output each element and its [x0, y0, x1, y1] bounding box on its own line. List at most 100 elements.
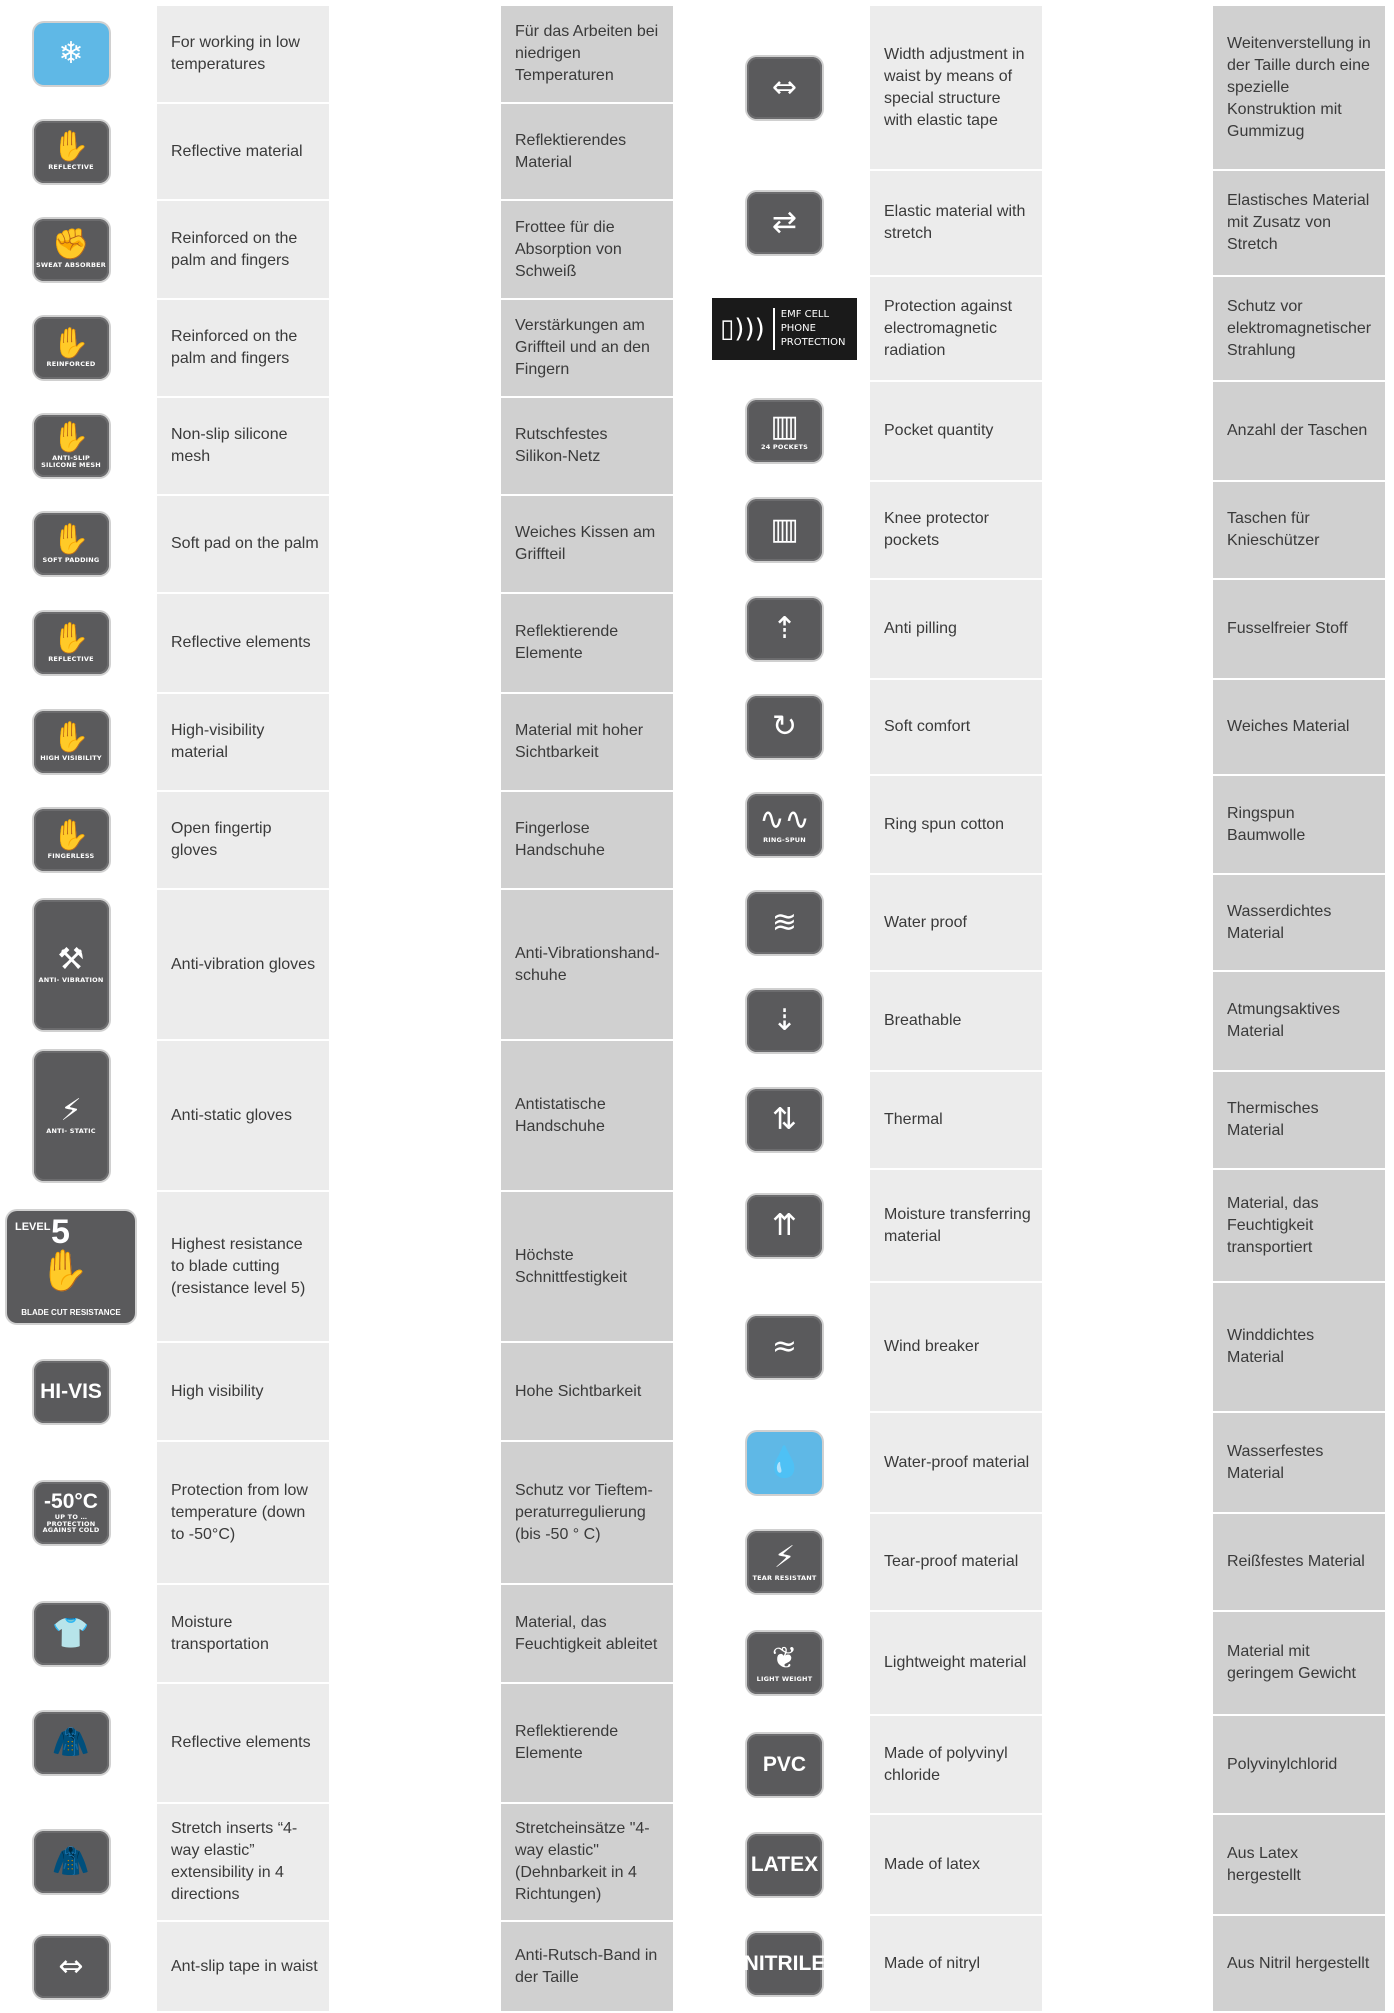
water-proof-icon: ≋	[747, 891, 822, 954]
english-description: Width adjustment in waist by means of sp…	[870, 6, 1042, 169]
english-text: Open fingertip gloves	[171, 820, 272, 859]
icon-cell: PVC	[712, 1716, 857, 1813]
reflective-glove-icon: ✋ REFLECTIVE	[33, 120, 109, 183]
english-text: Tear-proof material	[884, 1553, 1019, 1570]
german-text: Ringspun Baumwolle	[1227, 804, 1306, 844]
english-text: Reinforced on the palm and fingers	[171, 328, 298, 367]
icon-glyph: 👕	[52, 1615, 90, 1651]
german-description: Thermisches Material	[1213, 1072, 1385, 1168]
german-description: Frottee für die Absorption von Schweiß	[501, 201, 673, 298]
german-text: Thermisches Material	[1227, 1100, 1319, 1139]
german-text: Taschen für Knieschützer	[1227, 510, 1320, 549]
reflective-elements-glove-icon: ✋ REFLECTIVE	[33, 612, 109, 674]
icon-caption: LIGHT WEIGHT	[756, 1674, 813, 1683]
icon-glyph: ⚡	[60, 1093, 82, 1129]
icon-cell: ❄	[6, 6, 136, 102]
german-text: Wasserdichtes Material	[1227, 902, 1332, 942]
english-text: Pocket quantity	[884, 422, 994, 439]
german-description: Rutschfestes Silikon-Netz	[501, 398, 673, 494]
icon-cell: ⚡ TEAR RESISTANT	[712, 1514, 857, 1610]
english-description: Protection against electromagnetic radia…	[870, 277, 1042, 380]
english-description: Knee protector pockets	[870, 482, 1042, 578]
german-text: Weitenverstellung in der Taille durch ei…	[1227, 34, 1371, 140]
english-text: For working in low temperatures	[171, 34, 300, 73]
english-description: Protection from low temperature (down to…	[157, 1442, 329, 1583]
english-description: Reinforced on the palm and fingers	[157, 300, 329, 396]
german-description: Anti-Vibrationshand-schuhe	[501, 890, 673, 1039]
english-text: Made of polyvinyl chloride	[884, 1744, 1008, 1784]
high-visibility-glove-icon: ✋ HIGH VISIBILITY	[33, 711, 109, 773]
icon-cell: LATEX	[712, 1815, 857, 1914]
icon-cell: ✋ HIGH VISIBILITY	[6, 694, 136, 790]
tear-resistant-icon: ⚡ TEAR RESISTANT	[747, 1531, 822, 1593]
icon-glyph: ⇔	[58, 1948, 84, 1984]
icon-glyph: ⇈	[771, 1207, 798, 1243]
icon-glyph: ⚒	[57, 942, 85, 978]
english-text: Moisture transportation	[171, 1613, 269, 1653]
icon-caption: SOFT PADDING	[42, 555, 100, 564]
icon-cell: ⇄	[712, 171, 857, 275]
german-text: Anti-Vibrationshand-schuhe	[515, 944, 660, 984]
english-text: High visibility	[171, 1382, 264, 1400]
english-text: Moisture transferring material	[884, 1205, 1031, 1245]
english-text: Reflective elements	[171, 634, 311, 651]
icon-glyph: PVC	[762, 1753, 807, 1776]
icon-cell: ▥ 24 POCKETS	[712, 382, 857, 480]
german-description: Material, das Feuchtigkeit ableitet	[501, 1585, 673, 1682]
english-text: Lightweight material	[884, 1654, 1027, 1671]
german-description: Elastisches Material mit Zusatz von Stre…	[1213, 171, 1385, 275]
english-text: Thermal	[884, 1111, 943, 1128]
icon-glyph: ▥	[770, 408, 799, 444]
pockets-icon: ▥ 24 POCKETS	[747, 400, 822, 462]
icon-cell: ✋ REFLECTIVE	[6, 104, 136, 199]
icon-cell: ✋ SOFT PADDING	[6, 496, 136, 592]
german-text: Wasserfestes Material	[1227, 1442, 1324, 1482]
english-text: Knee protector pockets	[884, 510, 989, 549]
german-description: Ringspun Baumwolle	[1213, 776, 1385, 873]
english-text: Soft comfort	[884, 718, 971, 735]
english-description: Highest resistance to blade cutting (res…	[157, 1192, 329, 1341]
german-description: Hohe Sichtbarkeit	[501, 1343, 673, 1440]
blade-cut-resistance-icon: LEVEL 5 ✋ BLADE CUT RESISTANCE	[7, 1210, 135, 1323]
jacket-reflective-icon: 🧥	[33, 1712, 109, 1774]
german-description: Wasserfestes Material	[1213, 1413, 1385, 1512]
soft-padding-icon: ✋ SOFT PADDING	[33, 513, 109, 575]
english-description: Tear-proof material	[870, 1514, 1042, 1610]
icon-glyph: ≈	[771, 1329, 798, 1364]
german-description: Winddichtes Material	[1213, 1283, 1385, 1411]
english-description: Open fingertip gloves	[157, 792, 329, 888]
english-description: Anti-static gloves	[157, 1041, 329, 1190]
icon-caption: TEAR RESISTANT	[752, 1573, 817, 1582]
german-description: Polyvinylchlorid	[1213, 1716, 1385, 1813]
german-description: Reflektierende Elemente	[501, 1684, 673, 1802]
english-description: Ring spun cotton	[870, 776, 1042, 873]
german-text: Elastisches Material mit Zusatz von Stre…	[1227, 192, 1370, 253]
german-description: Verstärkungen am Griffteil und an den Fi…	[501, 300, 673, 396]
icon-glyph: ▥	[770, 512, 799, 547]
icon-glyph: ❦	[771, 1640, 798, 1676]
icon-cell: NITRILE	[712, 1916, 857, 2011]
icon-glyph: ✋	[52, 129, 90, 165]
icon-cell: ⚒ ANTI- VIBRATION	[6, 890, 136, 1039]
water-proof-material-icon: 💧	[747, 1431, 822, 1494]
german-text: Material, das Feuchtigkeit ableitet	[515, 1613, 658, 1653]
icon-cell: ⇡	[712, 580, 857, 678]
ring-spun-icon: ∿∿ RING-SPUN	[747, 793, 822, 856]
german-text: Antistatische Handschuhe	[515, 1095, 606, 1135]
german-text: Schutz vor Tieftem-peraturregulierung (b…	[515, 1481, 653, 1543]
english-description: Anti pilling	[870, 580, 1042, 678]
icon-cell: 🧥	[6, 1684, 136, 1802]
english-text: Highest resistance to blade cutting (res…	[171, 1235, 306, 1297]
english-text: Water-proof material	[884, 1453, 1030, 1471]
german-description: Antistatische Handschuhe	[501, 1041, 673, 1190]
german-description: Höchste Schnittfestigkeit	[501, 1192, 673, 1341]
icon-caption: RING-SPUN	[763, 836, 806, 845]
german-text: Anzahl der Taschen	[1227, 422, 1368, 439]
icon-cell: ⇣	[712, 972, 857, 1070]
icon-caption: 24 POCKETS	[761, 442, 808, 451]
german-description: Fusselfreier Stoff	[1213, 580, 1385, 678]
icon-glyph: HI-VIS	[40, 1380, 102, 1403]
icon-glyph: ⇣	[771, 1003, 798, 1038]
icon-caption: SWEAT ABSORBER	[36, 261, 106, 270]
german-description: Reflektierende Elemente	[501, 594, 673, 692]
